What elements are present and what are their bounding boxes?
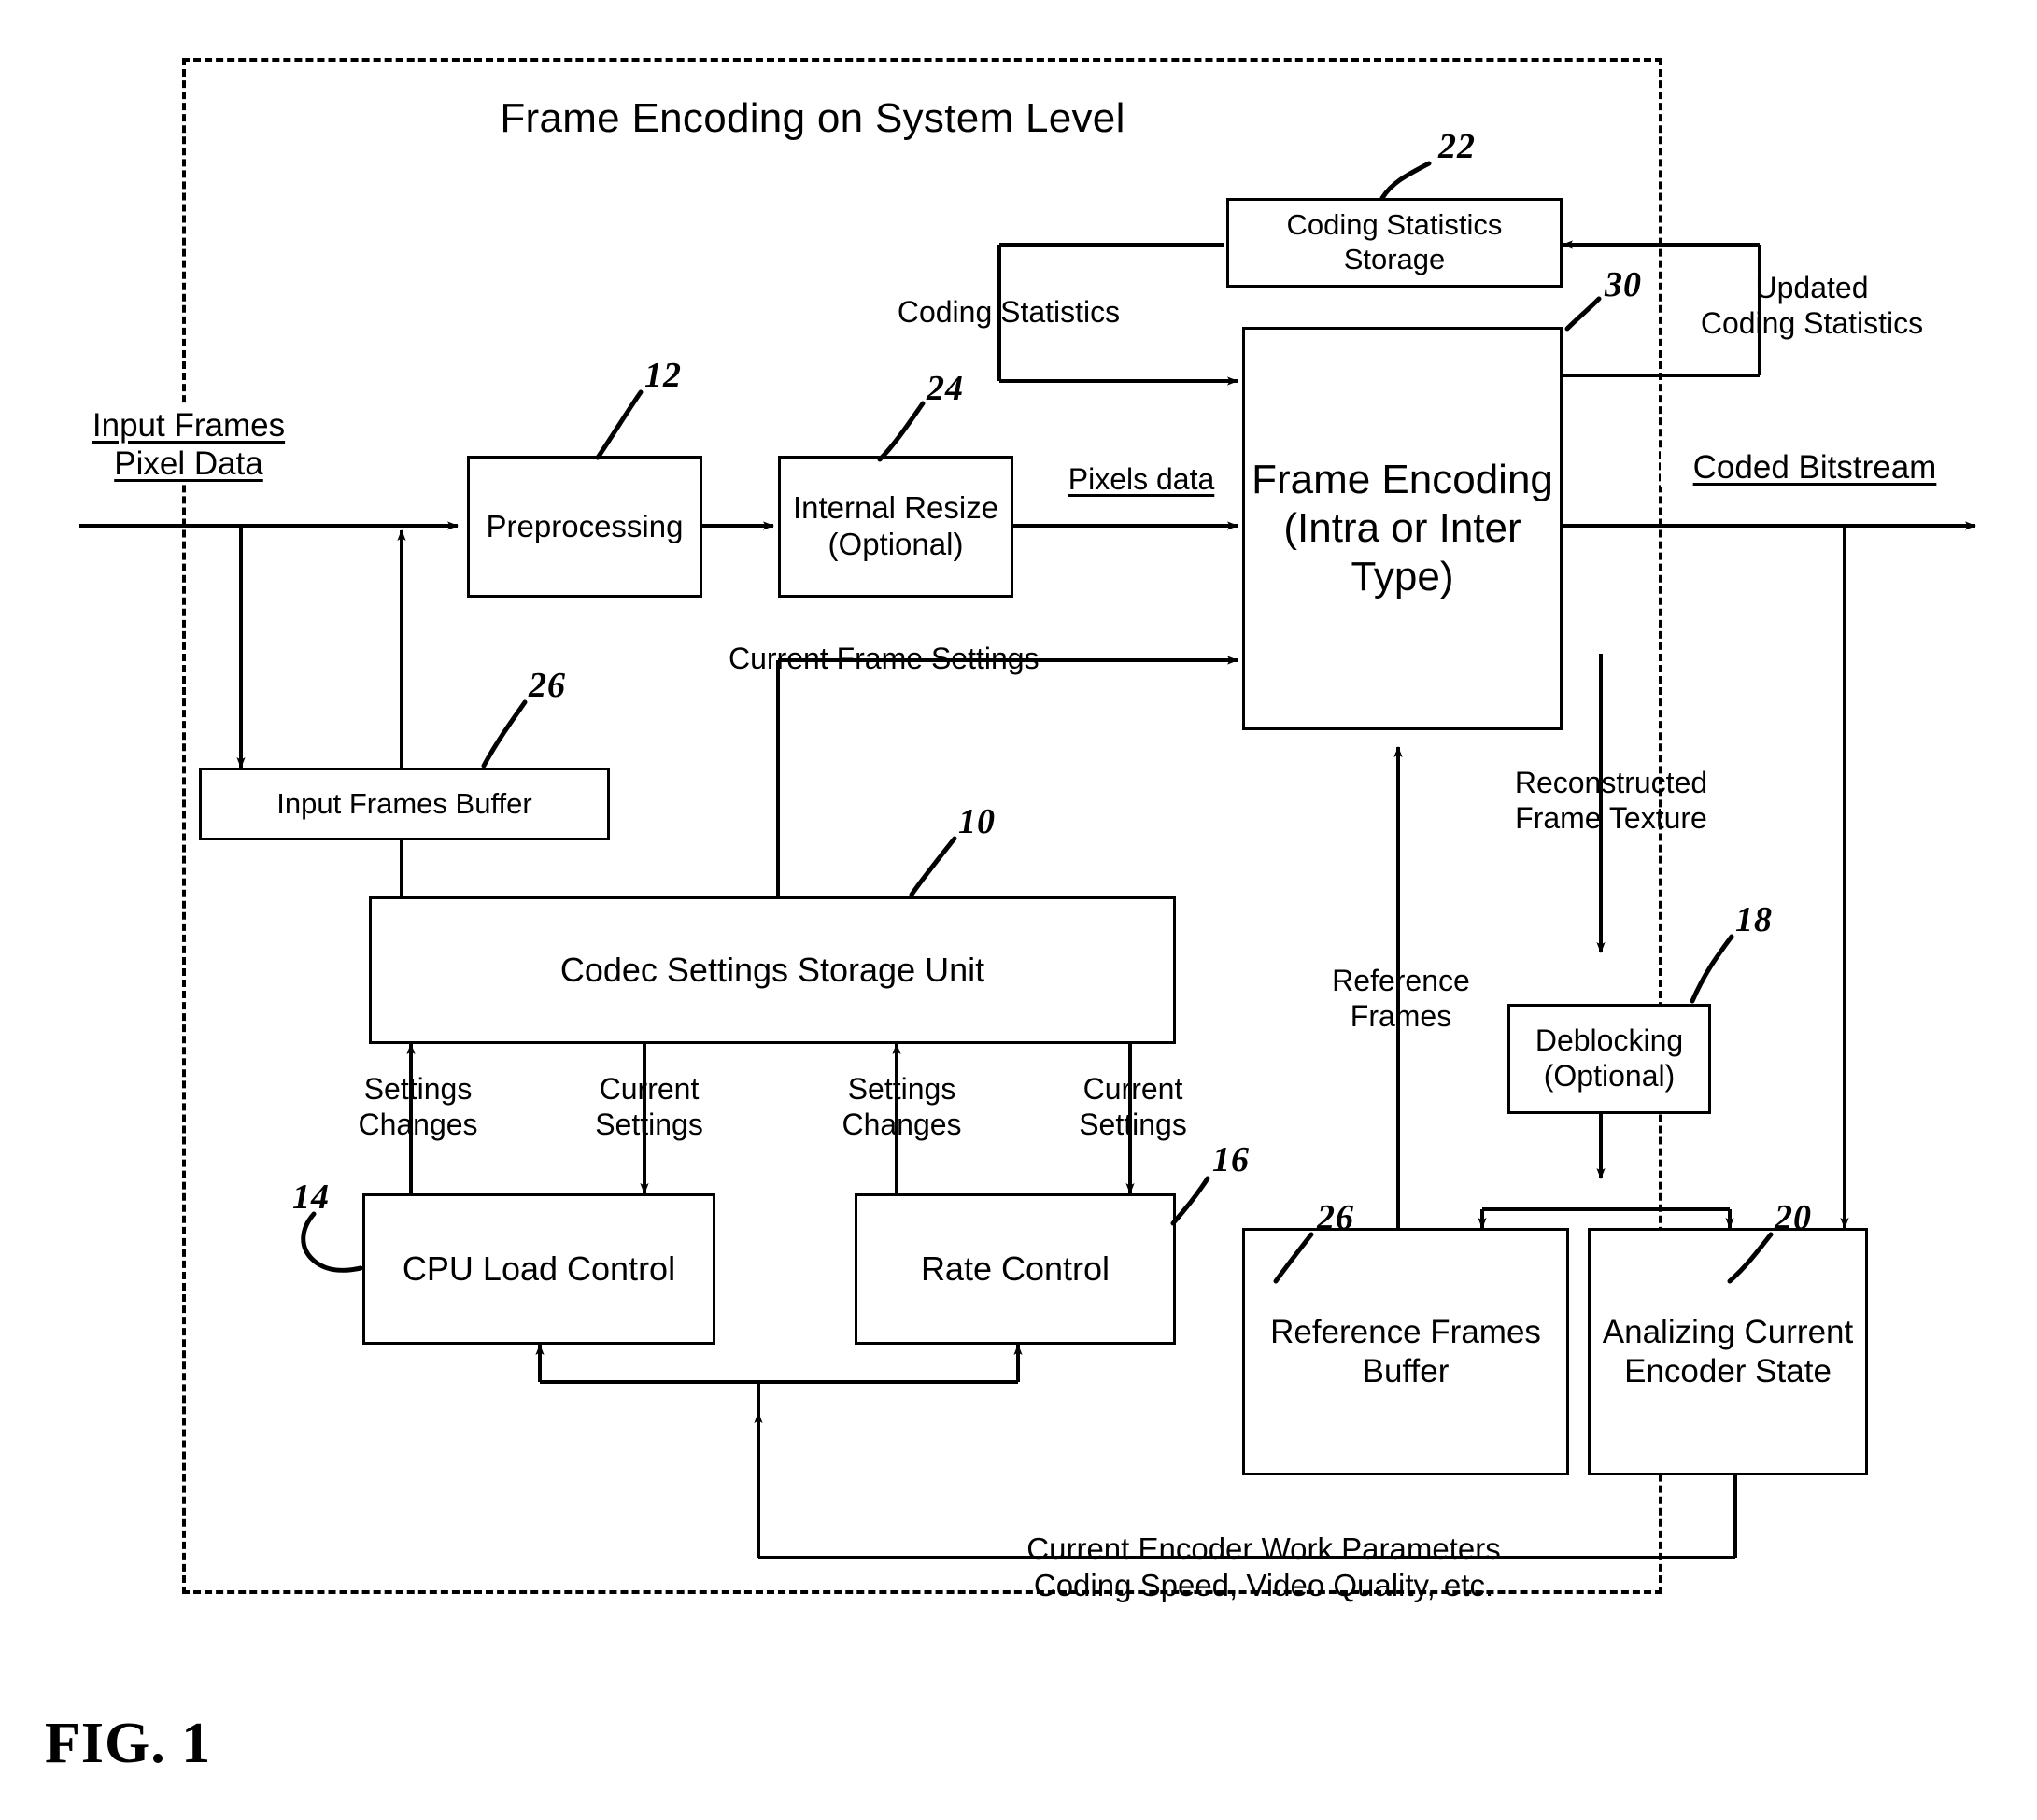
refnum-14: 14 [292, 1178, 330, 1217]
box-input-frames-buffer[interactable]: Input Frames Buffer [199, 768, 610, 840]
box-cpu-load-control[interactable]: CPU Load Control [362, 1193, 715, 1345]
label-settings-changes-2: Settings Changes [842, 1072, 962, 1141]
refnum-26b: 26 [1317, 1198, 1354, 1237]
refnum-18: 18 [1735, 900, 1773, 939]
box-label-cpu-load-control: CPU Load Control [402, 1249, 676, 1288]
label-settings-changes-1: Settings Changes [358, 1072, 478, 1141]
refnum-20: 20 [1775, 1198, 1812, 1237]
refnum-12: 12 [644, 356, 682, 395]
box-label-input-frames-buffer: Input Frames Buffer [276, 786, 532, 820]
box-preprocessing[interactable]: Preprocessing [467, 456, 702, 598]
figure-title: Frame Encoding on System Level [500, 95, 1125, 141]
refnum-24: 24 [927, 369, 964, 408]
label-reconstructed-frame-texture: Reconstructed Frame Texture [1514, 766, 1708, 835]
label-current-settings-1: Current Settings [595, 1072, 703, 1141]
box-label-deblocking: Deblocking (Optional) [1535, 1023, 1684, 1093]
refnum-30: 30 [1605, 265, 1642, 304]
refnum-10: 10 [958, 802, 996, 841]
box-label-analizing-current-encoder-state: Analizing Current Encoder State [1602, 1314, 1854, 1390]
box-label-rate-control: Rate Control [920, 1249, 1110, 1288]
box-label-preprocessing: Preprocessing [486, 508, 684, 543]
refnum-26a: 26 [529, 666, 566, 705]
box-label-codec-settings-storage-unit: Codec Settings Storage Unit [559, 950, 985, 989]
figure-number-label: FIG. 1 [45, 1712, 212, 1775]
box-coding-statistics-storage[interactable]: Coding Statistics Storage [1226, 198, 1563, 288]
box-label-internal-resize: Internal Resize (Optional) [792, 490, 999, 561]
refnum-22: 22 [1438, 127, 1476, 166]
label-current-frame-settings: Current Frame Settings [729, 642, 1040, 675]
label-current-settings-2: Current Settings [1079, 1072, 1187, 1141]
figure-canvas: Frame Encoding on System Level Coding St… [0, 0, 2037, 1820]
box-label-frame-encoding: Frame Encoding (Intra or Inter Type) [1252, 457, 1553, 600]
label-updated-coding-statistics: Updated Coding Statistics [1700, 271, 1924, 340]
label-input-frames-pixel-data: Input Frames Pixel Data [67, 406, 310, 484]
box-analizing-current-encoder-state[interactable]: Analizing Current Encoder State [1588, 1228, 1868, 1475]
box-internal-resize[interactable]: Internal Resize (Optional) [778, 456, 1013, 598]
label-coded-bitstream: Coded Bitstream [1661, 448, 1969, 487]
box-frame-encoding[interactable]: Frame Encoding (Intra or Inter Type) [1242, 327, 1563, 730]
box-deblocking[interactable]: Deblocking (Optional) [1507, 1004, 1711, 1114]
label-coding-statistics: Coding Statistics [897, 295, 1121, 329]
label-reference-frames: Reference Frames [1332, 964, 1470, 1033]
box-label-coding-statistics-storage: Coding Statistics Storage [1286, 208, 1503, 275]
box-codec-settings-storage-unit[interactable]: Codec Settings Storage Unit [369, 896, 1176, 1044]
box-reference-frames-buffer[interactable]: Reference Frames Buffer [1242, 1228, 1569, 1475]
label-encoder-work-parameters: Current Encoder Work Parameters Coding S… [1026, 1531, 1501, 1602]
box-rate-control[interactable]: Rate Control [855, 1193, 1176, 1345]
box-label-reference-frames-buffer: Reference Frames Buffer [1270, 1314, 1541, 1390]
label-pixels-data: Pixels data [1048, 462, 1235, 498]
refnum-16: 16 [1212, 1140, 1250, 1179]
